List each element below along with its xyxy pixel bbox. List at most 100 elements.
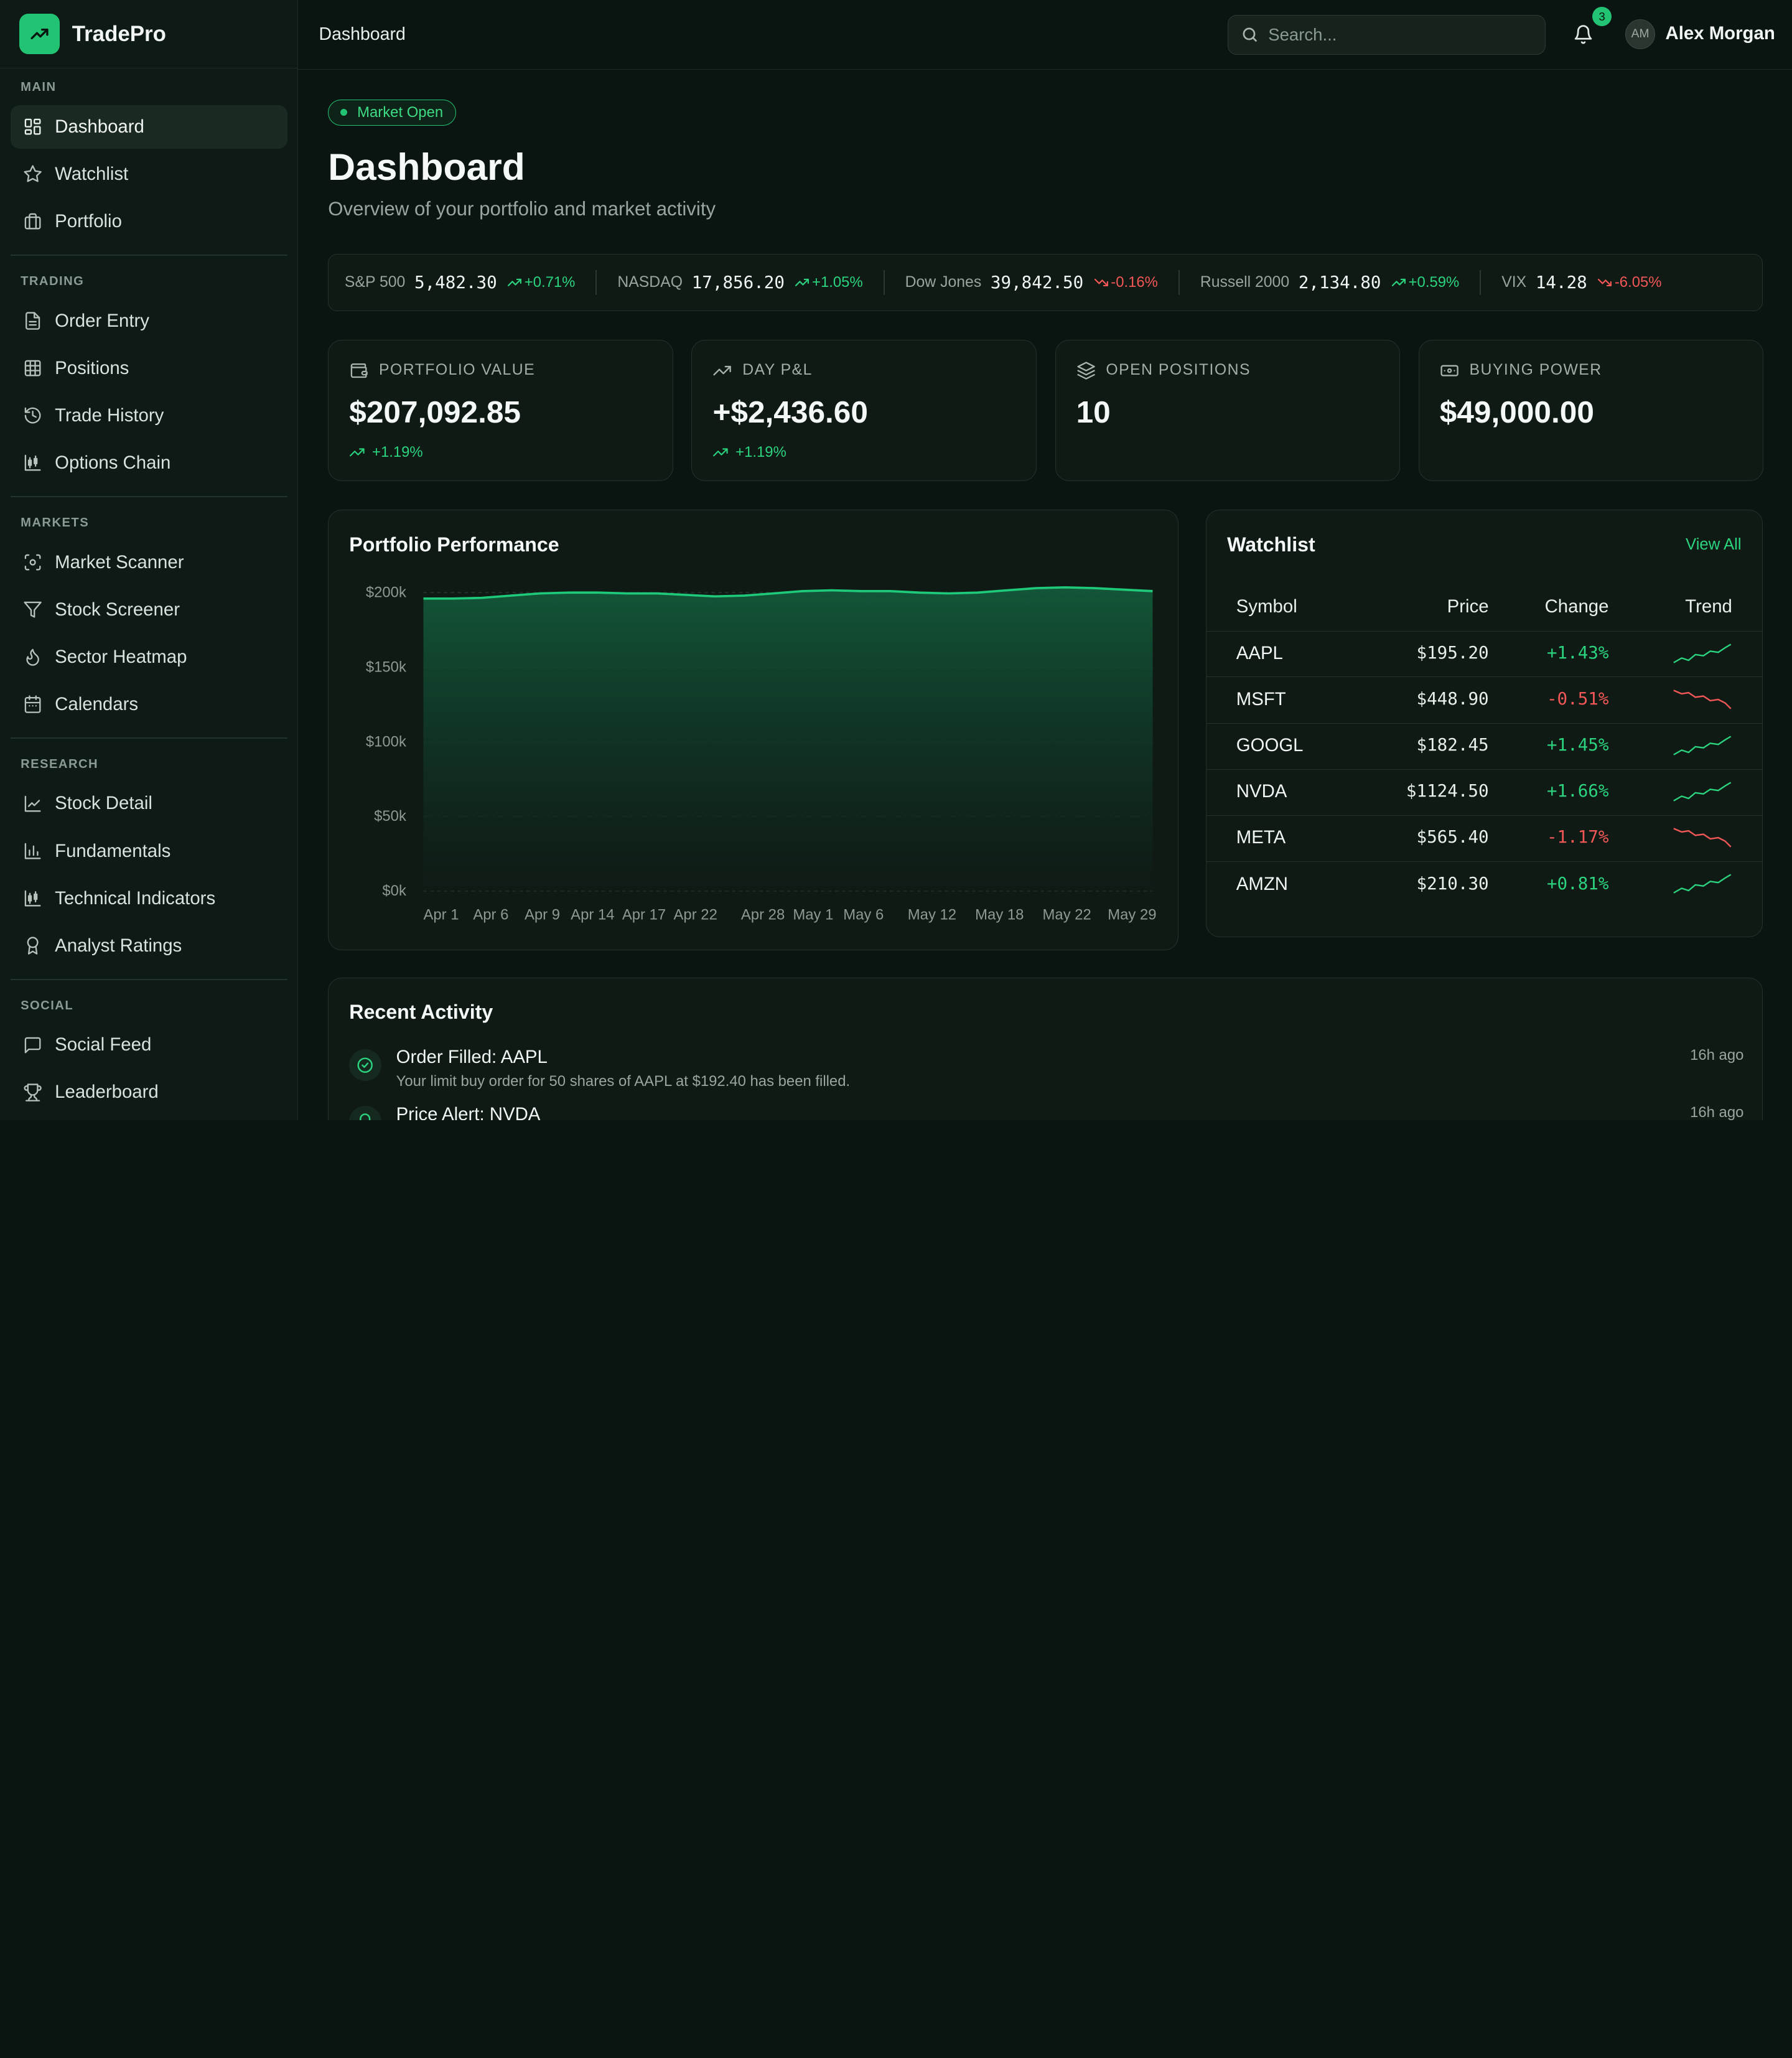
ticker-item[interactable]: Russell 2000 2,134.80 +0.59% xyxy=(1200,255,1459,311)
document-icon xyxy=(25,312,40,330)
history-icon xyxy=(24,407,41,424)
sidebar-item-order-entry[interactable]: Order Entry xyxy=(11,299,287,343)
search-input[interactable]: Search... xyxy=(1227,14,1546,55)
ticker-change: -6.05% xyxy=(1597,274,1662,291)
col-change-header[interactable]: Change xyxy=(1545,596,1609,617)
trending-up-icon xyxy=(1391,278,1406,286)
sidebar-item-label: Stock Detail xyxy=(55,793,152,814)
x-tick-label: Apr 9 xyxy=(525,907,560,924)
portfolio-performance-card: $0k $50k $100k $150k $200k Apr 1 Apr 6 Apr 9 Apr… xyxy=(328,510,1178,950)
col-price-header[interactable]: Price xyxy=(1447,596,1489,617)
topbar: Dashboard xyxy=(298,0,1792,70)
y-tick-label: $50k xyxy=(374,808,406,825)
wallet-icon xyxy=(351,363,368,378)
sidebar-item-technical-indicators[interactable]: Technical Indicators xyxy=(11,877,287,920)
stat-value: $49,000.00 xyxy=(1439,394,1594,429)
watchlist-row[interactable]: GOOGL $182.45 +1.45% xyxy=(1206,724,1762,770)
sparkline-path xyxy=(1673,874,1732,894)
watchlist-symbol: GOOGL xyxy=(1236,735,1304,756)
x-tick-label: Apr 14 xyxy=(571,907,614,924)
dashboard-grid-icon xyxy=(24,119,41,135)
avatar[interactable]: AM xyxy=(1625,19,1655,49)
sidebar-item-leaderboard[interactable]: Leaderboard xyxy=(11,1071,287,1115)
search-icon xyxy=(1243,27,1257,42)
x-tick-label: May 6 xyxy=(843,907,884,924)
ticker-item[interactable]: NASDAQ 17,856.20 +1.05% xyxy=(617,255,862,311)
ticker-name: NASDAQ xyxy=(617,273,683,291)
breadcrumb-title: Dashboard xyxy=(319,24,406,45)
ticker-item[interactable]: S&P 500 5,482.30 +0.71% xyxy=(345,255,575,311)
watchlist-row[interactable]: NVDA $1124.50 +1.66% xyxy=(1206,770,1762,816)
watchlist-row[interactable]: MSFT $448.90 -0.51% xyxy=(1206,678,1762,724)
filter-icon xyxy=(24,601,42,618)
trending-up-icon xyxy=(508,278,522,286)
notifications-bell-icon[interactable] xyxy=(1573,23,1594,46)
y-tick-label: $150k xyxy=(366,659,406,676)
ticker-change: +0.59% xyxy=(1391,274,1459,291)
sidebar-item-portfolio[interactable]: Portfolio xyxy=(11,200,287,243)
layers-icon xyxy=(1077,362,1095,380)
sidebar-item-dashboard[interactable]: Dashboard xyxy=(10,105,287,149)
view-all-link[interactable]: View All xyxy=(1686,536,1742,554)
market-status-label: Market Open xyxy=(357,103,444,121)
nav-section-title: MAIN xyxy=(21,80,57,95)
watchlist-row[interactable]: META $565.40 -1.17% xyxy=(1206,816,1762,862)
stat-card: OPEN POSITIONS 10 xyxy=(1055,339,1401,482)
sparkline-down-icon xyxy=(1673,690,1732,709)
sidebar-item-options-chain[interactable]: Options Chain xyxy=(11,441,287,485)
col-symbol-header[interactable]: Symbol xyxy=(1236,596,1297,617)
sidebar-item-sector-heatmap[interactable]: Sector Heatmap xyxy=(11,635,287,679)
ticker-item[interactable]: Dow Jones 39,842.50 -0.16% xyxy=(905,255,1158,311)
stat-label-text: DAY P&L xyxy=(742,362,813,379)
activity-time: 16h ago xyxy=(1690,1046,1744,1064)
trending-up-icon xyxy=(713,448,729,457)
activity-icon xyxy=(349,1106,381,1121)
ticker-item[interactable]: VIX 14.28 -6.05% xyxy=(1501,255,1661,311)
sidebar-item-calendars[interactable]: Calendars xyxy=(11,683,287,726)
page-subtitle: Overview of your portfolio and market ac… xyxy=(328,197,716,220)
sidebar-item-analyst-ratings[interactable]: Analyst Ratings xyxy=(11,924,287,968)
market-status-badge: Market Open xyxy=(328,99,457,126)
calendar-icon xyxy=(24,695,41,713)
watchlist-symbol: NVDA xyxy=(1236,781,1287,802)
brand[interactable]: TradePro xyxy=(0,0,298,69)
watchlist-row[interactable]: AAPL $195.20 +1.43% xyxy=(1206,632,1762,678)
col-trend-header: Trend xyxy=(1685,596,1732,617)
app-root: TradePro MAIN Dashboard Watchlist Portfo… xyxy=(0,0,1792,1121)
sidebar-item-market-scanner[interactable]: Market Scanner xyxy=(11,541,287,584)
sidebar-item-stock-detail[interactable]: Stock Detail xyxy=(11,782,287,826)
sidebar-item-label: Analyst Ratings xyxy=(55,935,182,956)
ticker-separator xyxy=(1178,269,1180,295)
sidebar-item-stock-screener[interactable]: Stock Screener xyxy=(11,588,287,632)
sidebar-item-fundamentals[interactable]: Fundamentals xyxy=(11,830,287,873)
sidebar-item-watchlist[interactable]: Watchlist xyxy=(11,152,287,196)
watchlist-row[interactable]: AMZN $210.30 +0.81% xyxy=(1206,862,1762,907)
status-dot-icon xyxy=(340,109,347,116)
nav-section-title: RESEARCH xyxy=(21,757,99,772)
check-circle-icon xyxy=(357,1057,373,1073)
trending-up-icon xyxy=(350,448,365,457)
watchlist-change: -1.17% xyxy=(1546,827,1609,848)
nav-divider xyxy=(10,496,287,497)
sidebar-item-trade-history[interactable]: Trade History xyxy=(11,394,287,437)
table-grid-icon xyxy=(24,360,41,377)
sidebar-item-social-feed[interactable]: Social Feed xyxy=(11,1023,287,1067)
sidebar-item-positions[interactable]: Positions xyxy=(11,347,287,390)
stat-change-text: +1.19% xyxy=(372,443,423,461)
ticker-value: 5,482.30 xyxy=(414,272,497,292)
nav-divider xyxy=(10,978,287,980)
ticker-separator xyxy=(1480,269,1482,295)
x-tick-label: May 18 xyxy=(975,907,1024,924)
sidebar-item-label: Stock Screener xyxy=(55,599,180,620)
x-tick-label: Apr 1 xyxy=(424,907,459,924)
watchlist-title: Watchlist xyxy=(1227,533,1315,556)
stat-label: BUYING POWER xyxy=(1440,361,1743,380)
ticker-change-text: +0.59% xyxy=(1408,273,1460,291)
line-chart-icon xyxy=(24,795,41,812)
bar-chart-icon xyxy=(24,843,41,859)
ticker-change-text: -0.16% xyxy=(1111,273,1158,291)
award-icon xyxy=(27,937,39,955)
x-tick-label: May 1 xyxy=(793,907,834,924)
user-name[interactable]: Alex Morgan xyxy=(1666,23,1775,44)
ticker-change: +0.71% xyxy=(507,274,575,291)
